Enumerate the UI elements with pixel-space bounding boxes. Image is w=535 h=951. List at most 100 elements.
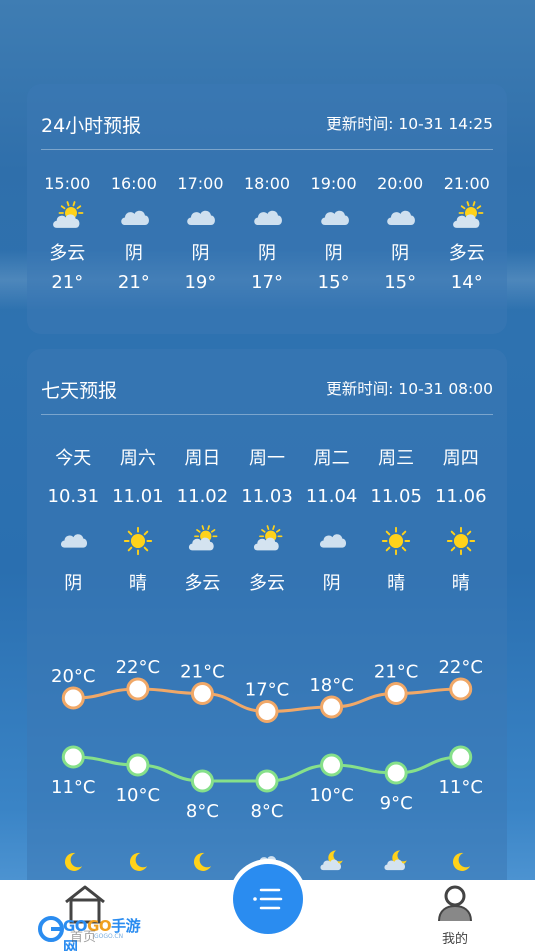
weekly-day: 今天 10.31 阴 — [41, 439, 106, 601]
hourly-temperature: 14° — [450, 272, 483, 293]
cloud-icon — [387, 210, 416, 225]
cloudy-moon-icon — [320, 850, 343, 871]
sun-icon — [446, 526, 475, 556]
sun-icon — [123, 526, 152, 556]
hourly-time: 19:00 — [310, 174, 357, 193]
hourly-item: 15:00 多云 21° — [34, 174, 101, 296]
high-temp-label: 20°C — [51, 666, 95, 687]
high-temp-point — [255, 700, 279, 723]
moon-icon — [65, 852, 83, 871]
day-date: 11.01 — [112, 486, 164, 507]
menu-lines-icon — [253, 888, 283, 910]
day-date: 11.02 — [176, 486, 229, 507]
day-name: 周三 — [378, 448, 415, 469]
day-icon — [364, 515, 429, 567]
weekly-columns[interactable]: 今天 10.31 阴 周六 11.01 晴 周日 11.02 多云 周一 11.03 多云 周二 11.0… — [41, 439, 493, 601]
hourly-time: 21:00 — [443, 174, 490, 193]
high-temp-label: 22°C — [438, 657, 482, 678]
day-condition: 阴 — [64, 573, 83, 594]
hourly-condition: 多云 — [448, 243, 485, 264]
hourly-update-time: 更新时间: 10-31 14:25 — [326, 115, 493, 133]
low-temp-point — [126, 753, 150, 777]
day-name: 今天 — [55, 448, 92, 469]
night-icon-cell — [299, 847, 364, 877]
weekly-day: 周四 11.06 晴 — [428, 439, 493, 601]
low-temp-point — [449, 745, 473, 769]
day-condition: 晴 — [451, 573, 470, 594]
hourly-icon — [167, 198, 234, 238]
hourly-title: 24小时预报 — [41, 115, 142, 137]
low-temp-label: 8°C — [250, 801, 283, 822]
cloudy-moon-icon — [384, 850, 407, 871]
hourly-time: 16:00 — [110, 174, 157, 193]
temperature-curve-chart: 20°C 22°C 21°C 17°C 18°C 21°C 22°C 11°C 10°C 8°C 8… — [51, 657, 483, 822]
tab-home-label: 首页 — [70, 930, 97, 945]
cloud-icon — [61, 534, 88, 548]
cloud-icon — [254, 210, 282, 225]
day-icon — [170, 515, 235, 567]
tab-mine-label: 我的 — [441, 932, 468, 947]
day-date: 11.05 — [370, 486, 422, 507]
partly-cloudy-icon — [189, 525, 218, 551]
hourly-icon — [101, 198, 168, 238]
hourly-item: 19:00 阴 15° — [300, 174, 367, 296]
day-icon — [428, 515, 493, 567]
night-icon-cell — [41, 847, 106, 877]
moon-icon — [452, 852, 470, 871]
high-temp-label: 22°C — [116, 657, 160, 678]
tab-home[interactable]: GOGO手游网 GOGO.CN 首页 — [38, 884, 148, 951]
cloud-icon — [320, 210, 349, 225]
high-temp-label: 17°C — [245, 680, 289, 701]
day-condition: 多云 — [184, 573, 221, 594]
low-temp-label: 8°C — [186, 801, 219, 822]
day-name: 周一 — [249, 448, 286, 469]
hourly-condition: 阴 — [391, 243, 410, 264]
high-temp-point — [190, 682, 214, 705]
high-temp-point — [126, 677, 150, 701]
day-condition: 多云 — [249, 573, 286, 594]
high-temp-label: 18°C — [309, 675, 353, 696]
hourly-icon — [300, 198, 367, 238]
day-name: 周四 — [442, 448, 479, 469]
low-temp-point — [320, 753, 344, 777]
hourly-temperature: 17° — [251, 272, 283, 293]
day-name: 周日 — [184, 448, 221, 469]
menu-button[interactable] — [233, 864, 303, 934]
hourly-temperature: 21° — [51, 272, 84, 293]
weekly-day: 周一 11.03 多云 — [235, 439, 300, 601]
high-temp-label: 21°C — [180, 662, 224, 683]
hourly-icon — [34, 198, 101, 238]
high-temp-point — [384, 682, 408, 705]
cloud-icon — [121, 210, 149, 225]
partly-cloudy-icon — [53, 201, 84, 228]
day-icon — [41, 515, 106, 567]
hourly-item: 21:00 多云 14° — [433, 174, 500, 296]
day-name: 周六 — [119, 448, 156, 469]
day-icon — [106, 515, 171, 567]
low-temp-label: 9°C — [380, 793, 413, 814]
hourly-condition: 阴 — [124, 243, 143, 264]
hourly-item: 18:00 阴 17° — [234, 174, 301, 296]
low-temp-point — [61, 745, 85, 769]
weekly-forecast-card: 七天预报 更新时间: 10-31 08:00 今天 10.31 阴周六 11.01 晴周… — [27, 349, 507, 909]
low-temp-label: 11°C — [438, 777, 482, 798]
weekly-title: 七天预报 — [41, 380, 118, 402]
hourly-columns[interactable]: 15:00 多云 21° 16:00 阴 21° 17:00 阴 19° 18:00 阴 17° 19:… — [34, 174, 500, 296]
low-temp-label: 10°C — [116, 785, 160, 806]
hourly-icon — [433, 198, 500, 238]
weekly-day: 周二 11.04 阴 — [299, 439, 364, 601]
low-temp-label: 11°C — [51, 777, 95, 798]
hourly-icon — [367, 198, 434, 238]
hourly-card-header: 24小时预报 更新时间: 10-31 14:25 — [41, 84, 493, 150]
hourly-time: 15:00 — [44, 174, 91, 193]
weekly-day: 周六 11.01 晴 — [106, 439, 171, 601]
day-icon — [235, 515, 300, 567]
hourly-condition: 阴 — [324, 243, 343, 264]
hourly-condition: 阴 — [191, 243, 210, 264]
tab-mine[interactable]: 我的 — [425, 884, 485, 947]
night-icon-cell — [170, 847, 235, 877]
hourly-item: 17:00 阴 19° — [167, 174, 234, 296]
moon-icon — [194, 852, 212, 871]
low-temp-point — [190, 769, 214, 793]
hourly-temperature: 19° — [184, 272, 217, 293]
